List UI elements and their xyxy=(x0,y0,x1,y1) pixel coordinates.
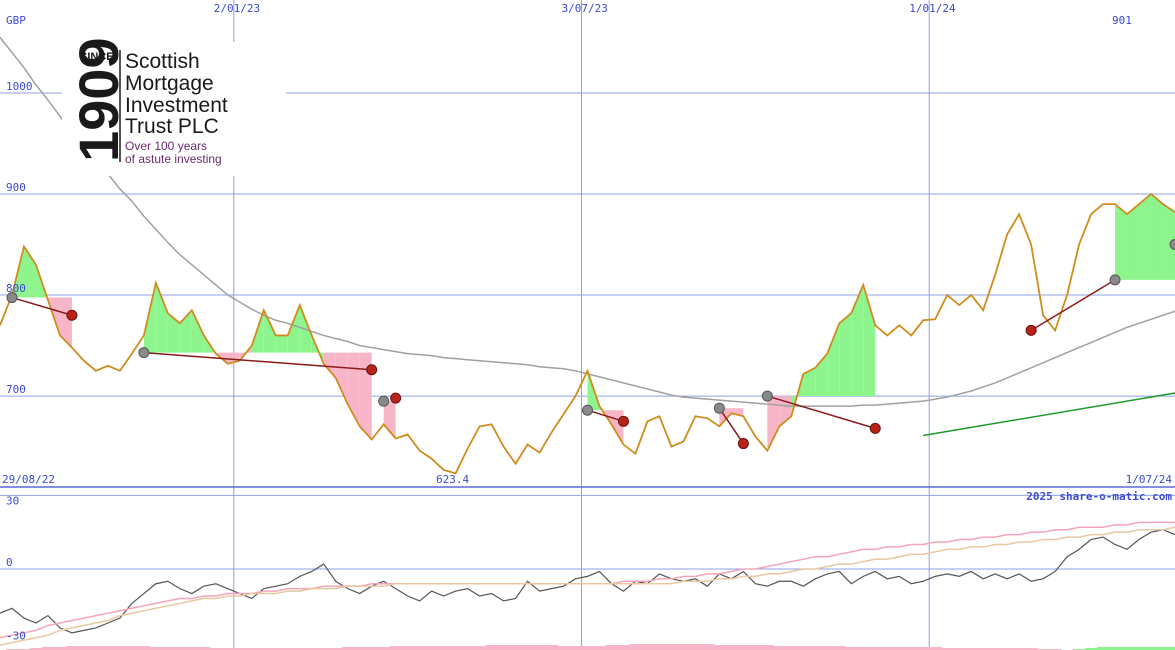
histogram-bar-58 xyxy=(689,644,702,650)
histogram-bar-67 xyxy=(797,646,810,650)
histogram-bar-46 xyxy=(545,645,559,650)
histogram-bar-9 xyxy=(101,646,115,650)
buy-signal-marker-5 xyxy=(761,390,773,402)
histogram-bar-65 xyxy=(773,646,786,650)
histogram-bar-34 xyxy=(401,646,415,650)
signal-fill-6-96 xyxy=(1151,193,1164,280)
sell-signal-marker-4 xyxy=(737,438,749,450)
signal-fill-0-5 xyxy=(59,297,72,348)
histogram-bar-53 xyxy=(629,644,642,650)
histogram-bar-52 xyxy=(617,645,630,650)
histogram-bar-49 xyxy=(581,646,594,650)
oscillator-lines xyxy=(0,521,1175,646)
sell-signal-marker-3 xyxy=(617,415,629,427)
histogram-bar-69 xyxy=(821,646,834,650)
osc-tick-label--30: -30 xyxy=(6,630,26,643)
histogram-bar-68 xyxy=(809,646,822,650)
histogram-bar-63 xyxy=(749,645,762,650)
histogram-bar-41 xyxy=(485,645,499,650)
oscillator-histogram xyxy=(5,644,1175,650)
sell-signal-marker-5 xyxy=(869,422,881,434)
osc-tick-label-30: 30 xyxy=(6,494,19,507)
buy-signal-marker-6 xyxy=(1109,274,1121,286)
price-tick-label-700: 700 xyxy=(6,383,26,396)
histogram-bar-12 xyxy=(137,646,151,650)
histogram-bar-10 xyxy=(113,646,127,650)
signal-fill-1-13 xyxy=(155,282,168,353)
oscillator-series-1 xyxy=(0,521,1175,639)
histogram-bar-35 xyxy=(413,646,427,650)
buy-signal-marker-3 xyxy=(582,404,593,416)
histogram-bar-45 xyxy=(533,645,547,650)
histogram-bar-48 xyxy=(569,646,583,650)
currency-label: GBP xyxy=(6,14,26,27)
histogram-bar-59 xyxy=(701,644,714,650)
x-tick-label-2: 1/01/24 xyxy=(909,2,956,15)
histogram-bar-57 xyxy=(677,644,690,650)
trend-line-6 xyxy=(1030,279,1116,332)
buy-signal-marker-4 xyxy=(713,402,725,414)
histogram-bar-56 xyxy=(665,644,678,650)
histogram-bar-38 xyxy=(449,646,463,650)
histogram-bar-39 xyxy=(461,646,475,650)
signal-fill-6-95 xyxy=(1139,193,1152,280)
logo-name-line-1: Scottish xyxy=(125,50,200,73)
histogram-bar-6 xyxy=(65,646,79,650)
histogram-bar-66 xyxy=(785,646,798,650)
histogram-bar-42 xyxy=(497,645,511,650)
histogram-bar-47 xyxy=(557,646,571,650)
signal-fill-5-70 xyxy=(839,313,852,397)
signal-fill-5-72 xyxy=(863,284,876,397)
sell-signal-marker-0 xyxy=(66,309,78,321)
start-date-label: 29/08/22 xyxy=(2,473,55,486)
histogram-bar-51 xyxy=(605,645,618,650)
histogram-bar-50 xyxy=(593,646,606,650)
histogram-bar-37 xyxy=(437,646,451,650)
histogram-bar-11 xyxy=(125,646,139,650)
price-tick-label-900: 900 xyxy=(6,181,26,194)
logo-tagline-line-2: of astute investing xyxy=(125,152,222,166)
histogram-bar-61 xyxy=(725,645,738,650)
buy-signal-marker-2 xyxy=(378,395,390,407)
signal-fill-5-71 xyxy=(851,284,864,397)
logo-tagline-line-1: Over 100 years xyxy=(125,139,207,153)
histogram-bar-8 xyxy=(89,646,103,650)
last-price-label: 901 xyxy=(1112,14,1132,27)
watermark-text: 2025 share-o-matic.com xyxy=(1026,490,1172,503)
price-chart: GBP 1000 900 800 700 2/01/23 3/07/23 1/01/24 29/… xyxy=(0,0,1175,650)
signal-fill-6-93 xyxy=(1115,204,1128,280)
signal-fill-2-32 xyxy=(383,401,396,439)
company-logo: SINCE 1909 Scottish Mortgage Investment … xyxy=(62,37,286,176)
histogram-bar-60 xyxy=(713,645,726,650)
histogram-bar-54 xyxy=(641,644,654,650)
histogram-bar-55 xyxy=(653,644,666,650)
histogram-bar-44 xyxy=(521,645,535,650)
logo-name-line-4: Trust PLC xyxy=(125,115,219,138)
signal-fill-5-69 xyxy=(827,323,840,397)
logo-name-line-3: Investment xyxy=(125,94,228,117)
histogram-bar-7 xyxy=(77,646,91,650)
end-date-label: 1/07/24 xyxy=(1126,473,1173,486)
signal-fill-1-23 xyxy=(275,335,288,353)
histogram-bar-36 xyxy=(425,646,439,650)
x-tick-label-0: 2/01/23 xyxy=(214,2,260,15)
signal-fill-6-94 xyxy=(1127,204,1140,280)
price-tick-label-800: 800 xyxy=(6,282,26,295)
sell-signal-marker-2 xyxy=(390,392,402,404)
buy-signal-marker-1 xyxy=(138,347,150,359)
histogram-bar-40 xyxy=(473,646,487,650)
histogram-bar-70 xyxy=(833,646,846,650)
logo-name-line-2: Mortgage xyxy=(125,72,214,95)
sell-signal-marker-1 xyxy=(366,364,378,376)
histogram-bar-62 xyxy=(737,645,750,650)
histogram-bar-43 xyxy=(509,645,523,650)
price-tick-label-1000: 1000 xyxy=(6,80,33,93)
osc-tick-label-0: 0 xyxy=(6,556,13,569)
histogram-bar-33 xyxy=(389,646,403,650)
x-tick-label-1: 3/07/23 xyxy=(562,2,608,15)
sell-signal-marker-6 xyxy=(1025,324,1037,336)
low-price-label: 623.4 xyxy=(436,473,469,486)
histogram-bar-64 xyxy=(761,645,774,650)
